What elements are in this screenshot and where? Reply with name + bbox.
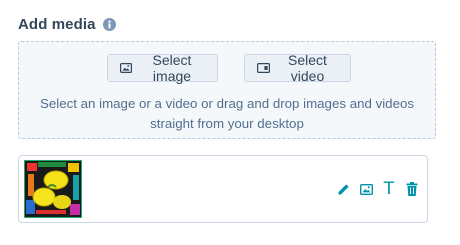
select-image-button[interactable]: Select image bbox=[107, 52, 218, 84]
lemons-image-thumbnail[interactable] bbox=[24, 160, 82, 218]
select-image-label: Select image bbox=[152, 52, 192, 84]
pencil-icon[interactable] bbox=[336, 181, 350, 197]
media-item-card: T bbox=[18, 155, 428, 223]
media-dropzone[interactable]: Select image Select video Select an imag… bbox=[18, 41, 436, 139]
media-actions: T bbox=[336, 181, 419, 198]
video-icon bbox=[257, 63, 270, 73]
trash-icon[interactable] bbox=[405, 181, 419, 197]
dropzone-hint: Select an image or a video or drag and d… bbox=[19, 94, 435, 134]
select-video-label: Select video bbox=[288, 52, 327, 84]
hint-line-2: straight from your desktop bbox=[150, 116, 304, 131]
image-icon bbox=[120, 63, 132, 73]
info-icon[interactable] bbox=[102, 18, 116, 31]
hint-line-1: Select an image or a video or drag and d… bbox=[39, 96, 415, 111]
add-media-header: Add media bbox=[18, 16, 116, 33]
image-icon[interactable] bbox=[359, 181, 373, 197]
select-buttons: Select image Select video bbox=[19, 52, 435, 84]
text-icon[interactable]: T bbox=[382, 181, 396, 198]
section-title: Add media bbox=[18, 16, 96, 33]
select-video-button[interactable]: Select video bbox=[244, 52, 351, 84]
